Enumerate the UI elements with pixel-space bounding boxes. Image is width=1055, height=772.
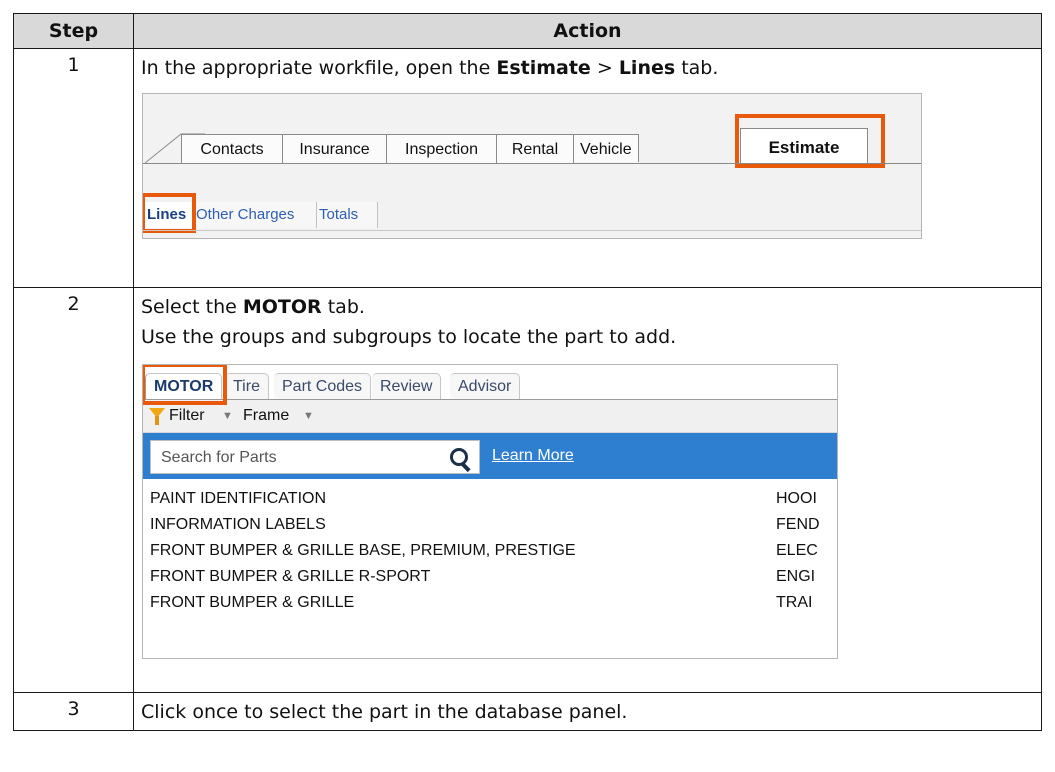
motor-highlight <box>143 365 227 405</box>
parts-list: PAINT IDENTIFICATION INFORMATION LABELS … <box>143 480 837 658</box>
tab-review[interactable]: Review <box>372 373 442 399</box>
tab-rental[interactable]: Rental <box>496 134 574 163</box>
search-bar: Search for Parts Learn More <box>143 433 837 479</box>
step-1-text: In the appropriate workfile, open the Es… <box>141 57 719 79</box>
list-item[interactable]: INFORMATION LABELS <box>150 512 326 538</box>
estimate-highlight <box>735 114 885 168</box>
step-action: Select the MOTOR tab. Use the groups and… <box>133 287 1042 693</box>
header-row: Step Action <box>13 13 1042 49</box>
tab-tire[interactable]: Tire <box>225 373 269 399</box>
list-item[interactable]: FRONT BUMPER & GRILLE R-SPORT <box>150 564 430 590</box>
grid-line <box>143 230 921 231</box>
filter-bar: Filter ▼ Frame ▼ <box>143 400 837 433</box>
action-header: Action <box>133 13 1042 49</box>
step-header: Step <box>13 13 134 49</box>
search-placeholder: Search for Parts <box>161 449 277 466</box>
tab-contacts[interactable]: Contacts <box>181 134 283 163</box>
search-input[interactable]: Search for Parts <box>150 440 480 474</box>
tab-vehicle[interactable]: Vehicle <box>573 134 639 162</box>
list-item[interactable]: FEND <box>776 512 820 538</box>
motor-tab-strip: MOTOR Tire Part Codes Review Advisor <box>143 365 837 400</box>
list-item[interactable]: FRONT BUMPER & GRILLE BASE, PREMIUM, PRE… <box>150 538 576 564</box>
motor-panel-screenshot: MOTOR Tire Part Codes Review Advisor Fil… <box>142 364 838 659</box>
list-item[interactable]: ENGI <box>776 564 815 590</box>
step-number: 3 <box>13 692 134 731</box>
list-item[interactable]: ELEC <box>776 538 818 564</box>
tab-divider <box>143 163 921 164</box>
step-2-line-2: Use the groups and subgroups to locate t… <box>141 326 677 348</box>
learn-more-link[interactable]: Learn More <box>492 433 574 479</box>
chevron-down-icon: ▼ <box>303 410 314 422</box>
step-row-2: 2 Select the MOTOR tab. Use the groups a… <box>13 287 1042 693</box>
step-action: Click once to select the part in the dat… <box>133 692 1042 731</box>
lines-highlight <box>143 193 196 233</box>
instruction-table: Step Action 1 In the appropriate workfil… <box>13 13 1042 731</box>
step-row-3: 3 Click once to select the part in the d… <box>13 692 1042 731</box>
step-number: 1 <box>13 48 134 288</box>
step-number: 2 <box>13 287 134 693</box>
step-2-line-1: Select the MOTOR tab. <box>141 296 365 318</box>
step-row-1: 1 In the appropriate workfile, open the … <box>13 48 1042 288</box>
frame-dropdown[interactable]: Frame <box>243 400 289 432</box>
subtab-totals[interactable]: Totals <box>317 202 378 228</box>
tab-insurance[interactable]: Insurance <box>282 134 387 163</box>
list-item[interactable]: PAINT IDENTIFICATION <box>150 486 326 512</box>
list-item[interactable]: HOOI <box>776 486 817 512</box>
tab-part-codes[interactable]: Part Codes <box>274 373 372 399</box>
step-action: In the appropriate workfile, open the Es… <box>133 48 1042 288</box>
estimate-tabs-screenshot: Contacts Insurance Inspection Rental Veh… <box>142 93 922 239</box>
tab-inspection[interactable]: Inspection <box>386 134 497 163</box>
subtab-other-charges[interactable]: Other Charges <box>194 202 317 228</box>
list-item[interactable]: TRAI <box>776 590 812 616</box>
tab-advisor[interactable]: Advisor <box>450 373 521 399</box>
list-item[interactable]: FRONT BUMPER & GRILLE <box>150 590 354 616</box>
